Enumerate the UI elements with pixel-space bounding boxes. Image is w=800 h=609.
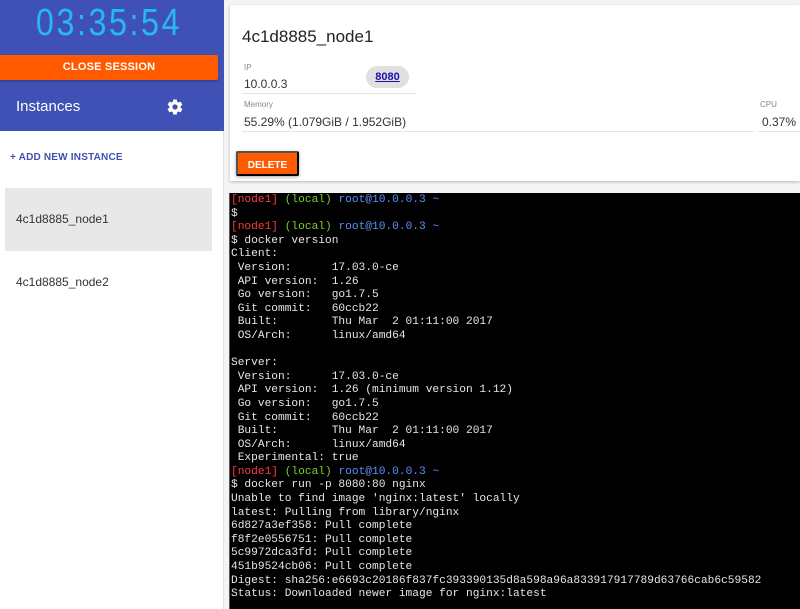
terminal-prompt-line: [node1] (local) root@10.0.0.3 ~	[231, 466, 800, 480]
terminal-line: Go version: go1.7.5	[231, 289, 379, 302]
terminal-line: OS/Arch: linux/amd64	[231, 438, 406, 451]
instances-title: Instances	[16, 98, 81, 115]
close-session-button[interactable]: CLOSE SESSION	[0, 55, 218, 80]
sidebar: 03:35:54 CLOSE SESSION Instances + ADD N…	[0, 0, 224, 609]
memory-field-divider	[242, 131, 754, 132]
terminal-prompt-line: [node1] (local) root@10.0.0.3 ~	[231, 221, 800, 235]
session-timer: 03:35:54	[35, 2, 183, 44]
cpu-value: 0.37%	[762, 115, 797, 129]
prompt-local: (local)	[284, 465, 332, 478]
prompt-host: root@10.0.0.3 ~	[338, 194, 440, 206]
instance-title: 4c1d8885_node1	[242, 27, 374, 46]
terminal[interactable]: [node1] (local) root@10.0.0.3 ~ $ [node1] …	[229, 193, 800, 609]
prompt-host: root@10.0.0.3 ~	[338, 221, 440, 234]
add-new-instance-button[interactable]: + ADD NEW INSTANCE	[10, 152, 123, 163]
terminal-line: 5c9972dca3fd: Pull complete	[231, 547, 413, 560]
terminal-line: Built: Thu Mar 2 01:11:00 2017	[231, 425, 493, 438]
terminal-line: 451b9524cb06: Pull complete	[231, 561, 413, 574]
terminal-line: Experimental: true	[231, 452, 359, 465]
gear-icon[interactable]	[166, 98, 184, 116]
memory-value: 55.29% (1.079GiB / 1.952GiB)	[244, 115, 407, 129]
prompt-local: (local)	[284, 221, 332, 234]
terminal-line: API version: 1.26 (minimum version 1.12)	[231, 384, 513, 397]
prompt-node: [node1]	[231, 194, 278, 206]
terminal-line: 6d827a3ef358: Pull complete	[231, 520, 413, 533]
sidebar-header: 03:35:54 CLOSE SESSION Instances	[0, 0, 224, 131]
ip-field-divider	[242, 93, 416, 94]
terminal-prompt-line: [node1] (local) root@10.0.0.3 ~	[231, 194, 800, 208]
delete-instance-button[interactable]: DELETE	[236, 151, 299, 176]
terminal-line: Git commit: 60ccb22	[231, 302, 379, 315]
terminal-line: Status: Downloaded newer image for nginx…	[231, 588, 547, 601]
cpu-label: CPU	[760, 100, 777, 109]
terminal-line: f8f2e0556751: Pull complete	[231, 533, 413, 546]
instance-name: 4c1d8885_node2	[16, 275, 109, 289]
terminal-line: API version: 1.26	[231, 275, 359, 288]
cpu-field-divider	[758, 131, 800, 132]
terminal-line: Server:	[231, 357, 278, 370]
port-8080-link[interactable]: 8080	[366, 66, 409, 88]
prompt-host: root@10.0.0.3 ~	[338, 465, 440, 478]
terminal-line: Digest: sha256:e6693c20186f837fc39339013…	[231, 574, 762, 587]
instance-item-node1[interactable]: 4c1d8885_node1	[5, 188, 212, 251]
instance-name: 4c1d8885_node1	[16, 212, 109, 226]
terminal-line: Built: Thu Mar 2 01:11:00 2017	[231, 316, 493, 329]
terminal-line: latest: Pulling from library/nginx	[231, 506, 460, 519]
playground-app: 03:35:54 CLOSE SESSION Instances + ADD N…	[0, 0, 800, 609]
terminal-line: OS/Arch: linux/amd64	[231, 329, 406, 342]
terminal-line: $ docker version	[231, 234, 339, 247]
terminal-line: Client:	[231, 248, 278, 261]
prompt-node: [node1]	[231, 465, 278, 478]
prompt-node: [node1]	[231, 221, 278, 234]
terminal-line: Go version: go1.7.5	[231, 397, 379, 410]
prompt-local: (local)	[284, 194, 332, 206]
terminal-line: $ docker run -p 8080:80 nginx	[231, 479, 426, 492]
memory-label: Memory	[244, 100, 273, 109]
instance-item-node2[interactable]: 4c1d8885_node2	[5, 251, 212, 314]
ip-label: IP	[244, 63, 252, 72]
ip-value: 10.0.0.3	[244, 77, 288, 91]
terminal-line: Git commit: 60ccb22	[231, 411, 379, 424]
terminal-line: Unable to find image 'nginx:latest' loca…	[231, 493, 520, 506]
terminal-line: $	[231, 207, 238, 220]
terminal-line: Version: 17.03.0-ce	[231, 261, 399, 274]
terminal-output: [node1] (local) root@10.0.0.3 ~ $ [node1] …	[231, 193, 800, 602]
instance-info-card: 4c1d8885_node1 IP 10.0.0.3 8080 Memory 5…	[230, 5, 800, 181]
terminal-line: Version: 17.03.0-ce	[231, 370, 399, 383]
